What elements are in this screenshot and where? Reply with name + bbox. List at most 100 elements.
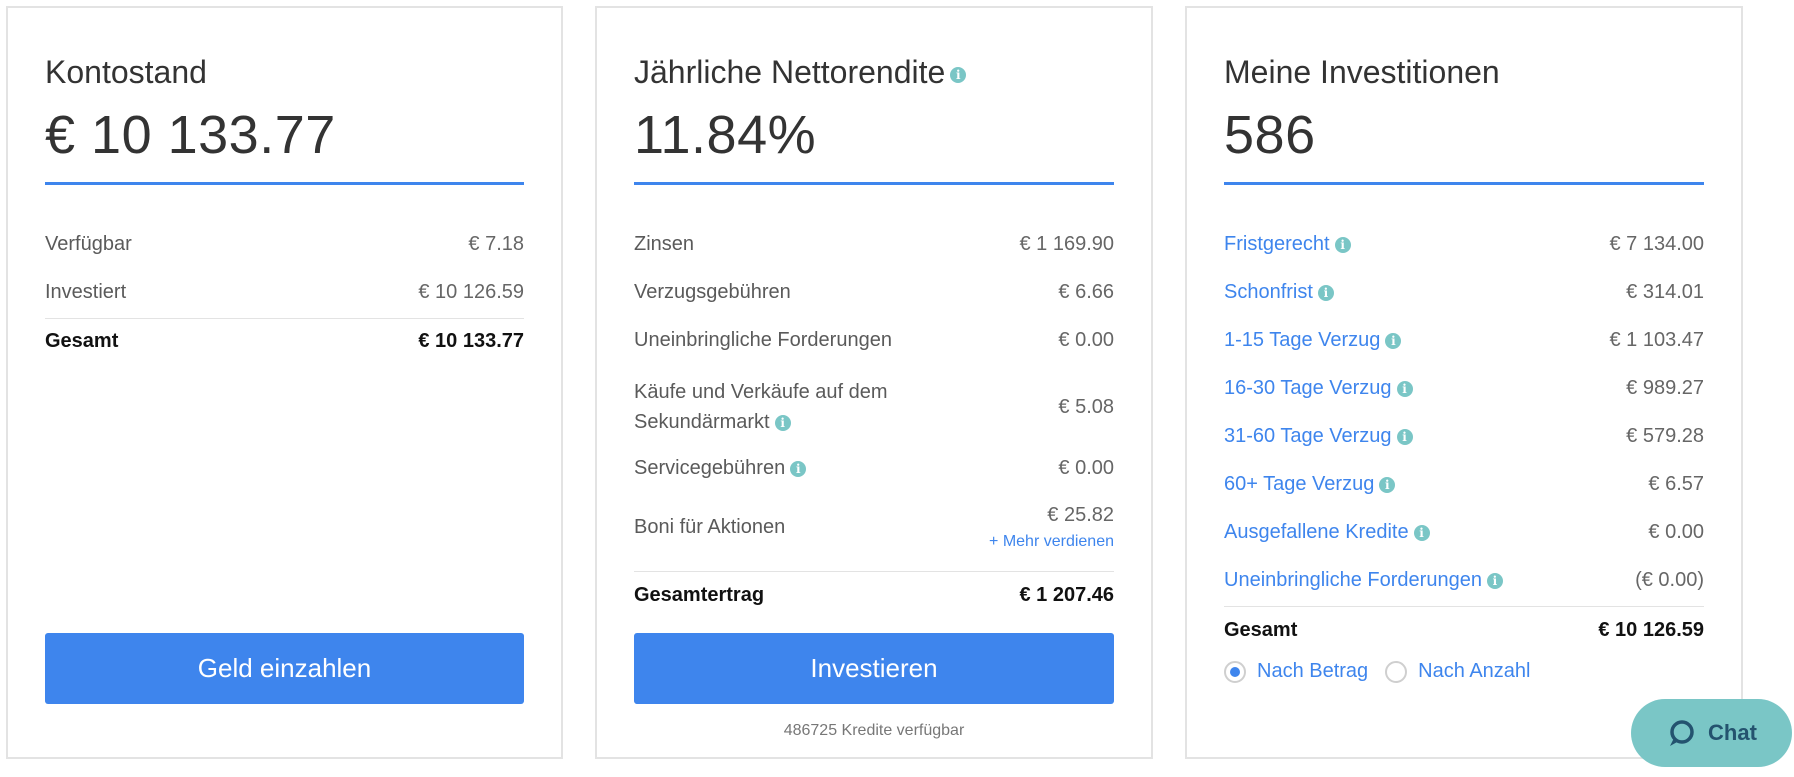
balance-card-title: Kontostand [45, 54, 207, 90]
row-amount: € 1 103.47 [1609, 329, 1704, 351]
row-divider [634, 571, 1114, 572]
balance-card-value: € 10 133.77 [45, 105, 336, 165]
info-icon[interactable]: i [790, 460, 807, 477]
total-label: Gesamt [45, 330, 119, 352]
row-link[interactable]: 1-15 Tage Verzug [1224, 329, 1380, 351]
total-amount: € 10 126.59 [1598, 619, 1704, 641]
info-icon[interactable]: i [774, 414, 791, 431]
radio-by-amount[interactable]: Nach Betrag [1224, 660, 1368, 683]
return-row-service-fees: Servicegebühren i € 0.00 [634, 457, 1114, 480]
row-label: Servicegebühren i [634, 457, 807, 480]
info-icon[interactable]: i [1396, 380, 1413, 397]
investment-row-1-15-late: 1-15 Tage Verzug i € 1 103.47 [1224, 329, 1704, 352]
investments-card-title: Meine Investitionen [1224, 54, 1500, 90]
info-icon[interactable]: i [1379, 476, 1396, 493]
row-label: 60+ Tage Verzug i [1224, 473, 1396, 496]
radio-button[interactable] [1385, 660, 1408, 683]
info-icon[interactable]: i [950, 66, 967, 83]
earn-more-link[interactable]: + Mehr verdienen [989, 533, 1114, 551]
row-link[interactable]: Ausgefallene Kredite [1224, 521, 1409, 543]
row-label: Verfügbar [45, 233, 132, 255]
return-row-interest: Zinsen € 1 169.90 [634, 233, 1114, 256]
row-amount: € 7.18 [468, 233, 524, 255]
info-icon[interactable]: i [1334, 236, 1351, 253]
return-row-bad-debt: Uneinbringliche Forderungen € 0.00 [634, 329, 1114, 352]
row-amount: € 25.82 [1047, 504, 1114, 526]
accent-divider [634, 182, 1114, 185]
row-link[interactable]: Fristgerecht [1224, 233, 1330, 255]
row-label-line1: Käufe und Verkäufe auf dem [634, 381, 888, 403]
balance-card: Kontostand € 10 133.77 Verfügbar € 7.18 … [6, 6, 563, 759]
row-link[interactable]: Uneinbringliche Forderungen [1224, 569, 1482, 591]
balance-row-invested: Investiert € 10 126.59 [45, 281, 524, 304]
row-link[interactable]: 16-30 Tage Verzug [1224, 377, 1392, 399]
accent-divider [45, 182, 524, 185]
total-label: Gesamt [1224, 619, 1298, 641]
row-link[interactable]: 31-60 Tage Verzug [1224, 425, 1392, 447]
view-toggle: Nach Betrag Nach Anzahl [1224, 660, 1547, 683]
row-link[interactable]: Schonfrist [1224, 281, 1313, 303]
return-row-late-fees: Verzugsgebühren € 6.66 [634, 281, 1114, 304]
row-amount: € 7 134.00 [1609, 233, 1704, 255]
row-label: 16-30 Tage Verzug i [1224, 377, 1413, 400]
label-text: Servicegebühren [634, 457, 786, 479]
row-amount: € 6.66 [1058, 281, 1114, 303]
row-amount: € 314.01 [1626, 281, 1704, 303]
info-icon[interactable]: i [1396, 428, 1413, 445]
row-label: Schonfrist i [1224, 281, 1334, 304]
investment-row-16-30-late: 16-30 Tage Verzug i € 989.27 [1224, 377, 1704, 400]
row-amount: € 6.57 [1648, 473, 1704, 495]
row-label: Investiert [45, 281, 127, 303]
chat-label: Chat [1708, 720, 1757, 745]
row-amount: (€ 0.00) [1635, 569, 1704, 591]
row-label: Uneinbringliche Forderungen [634, 329, 892, 351]
row-label: Boni für Aktionen [634, 516, 786, 538]
investment-row-60-plus-late: 60+ Tage Verzug i € 6.57 [1224, 473, 1704, 496]
row-label-line2: Sekundärmarkt [634, 411, 770, 433]
chat-bubble-icon [1670, 720, 1694, 746]
radio-label: Nach Anzahl [1418, 660, 1531, 682]
investments-card: Meine Investitionen 586 Fristgerecht i € … [1185, 6, 1743, 759]
row-label: 31-60 Tage Verzug i [1224, 425, 1413, 448]
row-label: Fristgerecht i [1224, 233, 1351, 256]
net-return-card: Jährliche Nettorendite i 11.84% Zinsen € … [595, 6, 1153, 759]
net-return-card-title: Jährliche Nettorendite i [634, 54, 967, 91]
row-label: 1-15 Tage Verzug i [1224, 329, 1402, 352]
total-amount: € 1 207.46 [1019, 584, 1114, 606]
accent-divider [1224, 182, 1704, 185]
investment-row-grace-period: Schonfrist i € 314.01 [1224, 281, 1704, 304]
row-amount: € 989.27 [1626, 377, 1704, 399]
chat-button[interactable]: Chat [1631, 699, 1792, 767]
row-divider [1224, 606, 1704, 607]
row-link[interactable]: 60+ Tage Verzug [1224, 473, 1374, 495]
deposit-button[interactable]: Geld einzahlen [45, 633, 524, 704]
invest-button[interactable]: Investieren [634, 633, 1114, 704]
radio-label: Nach Betrag [1257, 660, 1369, 682]
total-amount: € 10 133.77 [418, 330, 524, 352]
row-amount: € 0.00 [1648, 521, 1704, 543]
investments-count: 586 [1224, 105, 1316, 165]
investment-row-current: Fristgerecht i € 7 134.00 [1224, 233, 1704, 256]
row-amount: € 0.00 [1058, 457, 1114, 479]
row-label: Verzugsgebühren [634, 281, 791, 303]
investment-row-31-60-late: 31-60 Tage Verzug i € 579.28 [1224, 425, 1704, 448]
row-amount: € 5.08 [1058, 396, 1114, 418]
net-return-value: 11.84% [634, 105, 817, 165]
info-icon[interactable]: i [1486, 572, 1503, 589]
balance-row-total: Gesamt € 10 133.77 [45, 330, 524, 353]
radio-by-count[interactable]: Nach Anzahl [1385, 660, 1530, 683]
row-amount: € 10 126.59 [418, 281, 524, 303]
radio-button-selected[interactable] [1224, 660, 1246, 683]
info-icon[interactable]: i [1413, 524, 1430, 541]
row-amount-group: € 25.82 + Mehr verdienen [989, 504, 1114, 551]
info-icon[interactable]: i [1385, 332, 1402, 349]
radio-dot [1230, 666, 1240, 677]
row-divider [45, 318, 524, 319]
title-text: Jährliche Nettorendite [634, 54, 946, 90]
info-icon[interactable]: i [1317, 284, 1334, 301]
row-label: Uneinbringliche Forderungen i [1224, 569, 1503, 592]
row-amount: € 579.28 [1626, 425, 1704, 447]
row-amount: € 0.00 [1058, 329, 1114, 351]
return-row-bonuses: Boni für Aktionen € 25.82 + Mehr verdien… [634, 504, 1114, 551]
return-row-total: Gesamtertrag € 1 207.46 [634, 584, 1114, 607]
